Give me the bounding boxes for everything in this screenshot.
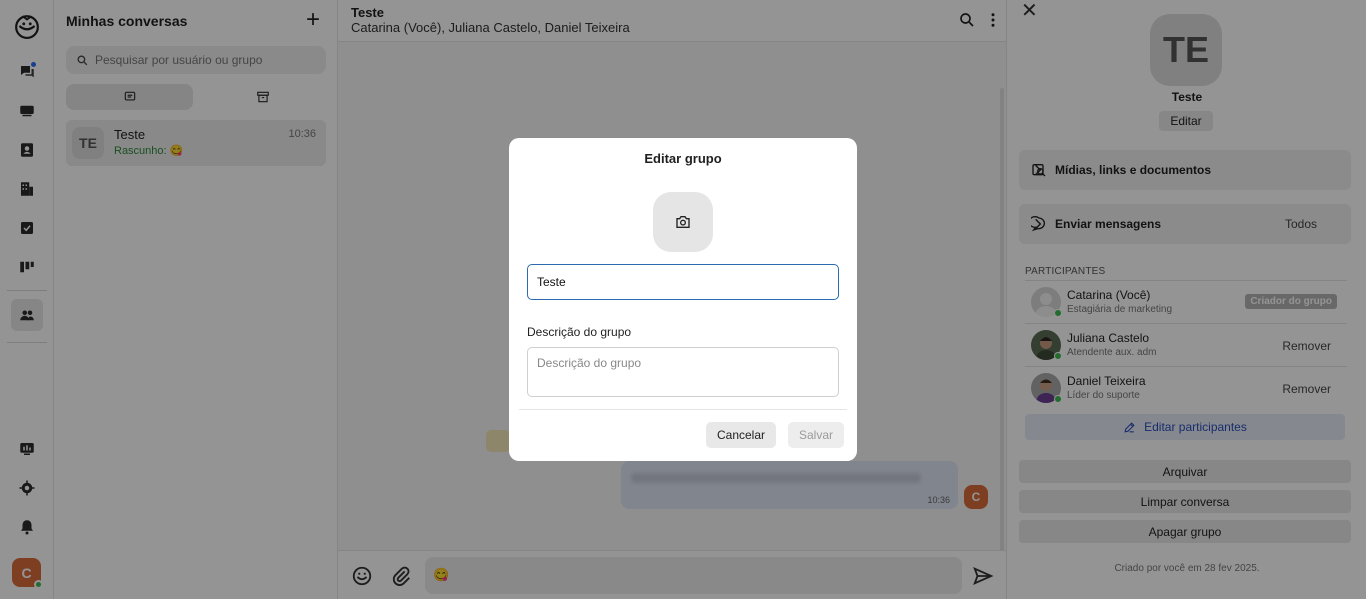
description-label: Descrição do grupo <box>527 325 632 339</box>
camera-icon <box>676 216 690 228</box>
edit-group-dialog: Editar grupo Descrição do grupo Cancelar… <box>509 138 857 461</box>
cancel-button[interactable]: Cancelar <box>706 422 776 448</box>
dialog-title: Editar grupo <box>644 151 722 166</box>
save-button[interactable]: Salvar <box>788 422 844 448</box>
dialog-divider <box>519 409 847 410</box>
description-input[interactable] <box>527 347 839 397</box>
group-name-input[interactable] <box>527 264 839 300</box>
group-photo-upload[interactable] <box>653 192 713 252</box>
